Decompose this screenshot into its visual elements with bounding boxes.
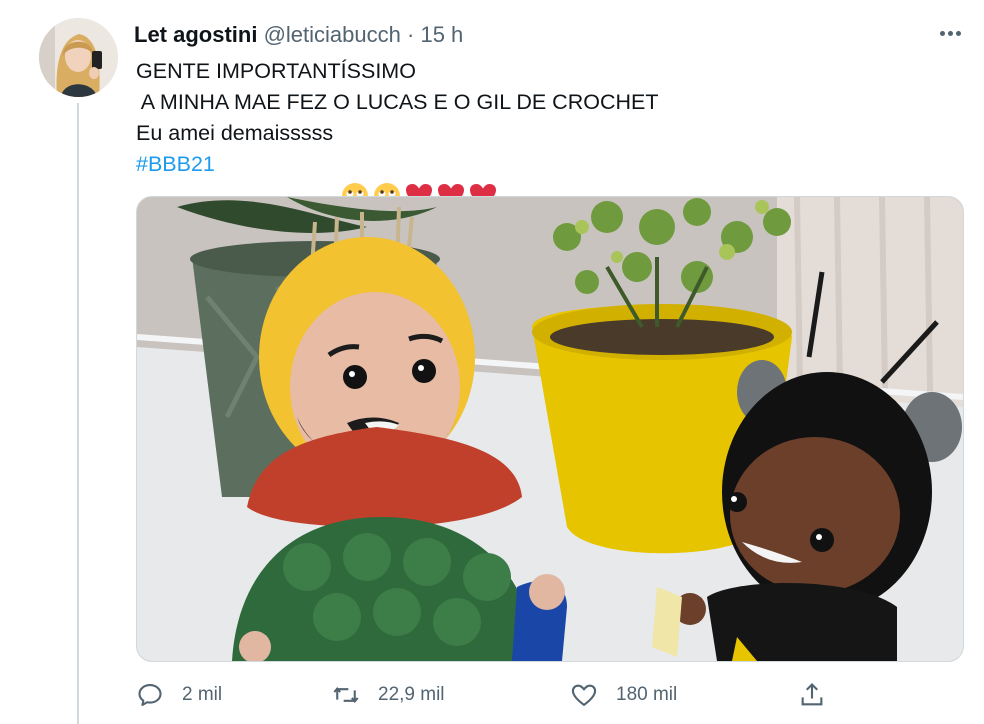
face-with-rolling-eyes-icon [373, 120, 401, 209]
user-handle[interactable]: @leticiabucch [264, 22, 401, 47]
timestamp[interactable]: 15 h [420, 22, 463, 47]
retweet-button[interactable]: 22,9 mil [332, 676, 445, 714]
tweet-line-3: Eu amei demaisssss [136, 118, 658, 209]
display-name[interactable]: Let agostini [134, 22, 257, 47]
like-count: 180 mil [616, 684, 678, 705]
retweet-icon [332, 681, 360, 709]
retweet-count: 22,9 mil [378, 684, 445, 705]
tweet-text: GENTE IMPORTANTÍSSIMO A MINHA MAE FEZ O … [136, 56, 659, 209]
reply-count: 2 mil [182, 684, 223, 705]
red-heart-icon [405, 120, 433, 207]
reply-bubble-icon [136, 681, 164, 709]
reply-button[interactable]: 2 mil [136, 676, 222, 714]
tweet-actions: 2 mil 22,9 mil 180 mil [136, 676, 836, 714]
separator-dot: · [407, 22, 415, 47]
tweet-line-3-text: Eu amei demaisssss [136, 121, 334, 145]
thread-line [77, 103, 79, 724]
more-dots-icon[interactable] [936, 18, 964, 48]
red-heart-icon [437, 120, 465, 207]
tweet-photo[interactable] [136, 196, 964, 662]
tweet-line-1: GENTE IMPORTANTÍSSIMO [136, 59, 416, 83]
share-button[interactable] [798, 676, 826, 714]
tweet-header: Let agostini @leticiabucch · 15 h [134, 19, 463, 51]
crochet-dolls-photo [137, 197, 963, 661]
tweet-line-2: A MINHA MAE FEZ O LUCAS E O GIL DE CROCH… [136, 90, 659, 114]
like-button[interactable]: 180 mil [570, 676, 677, 714]
avatar[interactable] [39, 18, 118, 97]
red-heart-icon [469, 120, 497, 207]
avatar-image [39, 18, 118, 97]
heart-outline-icon [570, 681, 598, 709]
share-icon [798, 681, 826, 709]
face-with-rolling-eyes-icon [341, 120, 369, 209]
